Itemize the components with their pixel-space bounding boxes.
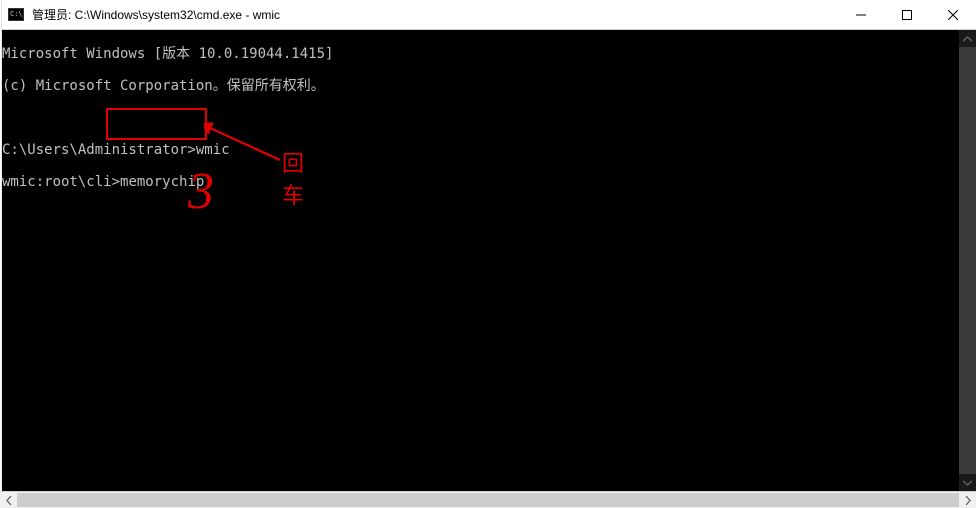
command-text: wmic	[196, 142, 230, 158]
command-text: memorychip	[120, 174, 204, 190]
close-button[interactable]	[930, 0, 976, 29]
prompt: wmic:root\cli>	[2, 174, 120, 190]
minimize-button[interactable]	[838, 0, 884, 29]
scroll-thumb[interactable]	[17, 493, 959, 507]
maximize-button[interactable]	[884, 0, 930, 29]
minimize-icon	[856, 10, 866, 20]
scroll-right-button[interactable]	[959, 492, 976, 508]
terminal-area[interactable]: Microsoft Windows [版本 10.0.19044.1415] (…	[2, 30, 976, 491]
close-icon	[948, 10, 958, 20]
app-icon	[2, 0, 30, 30]
cmd-window: 管理员: C:\Windows\system32\cmd.exe - wmic …	[2, 0, 976, 491]
chevron-up-icon	[963, 36, 972, 42]
terminal-line: (c) Microsoft Corporation。保留所有权利。	[2, 78, 325, 94]
terminal-vertical-scrollbar[interactable]	[959, 30, 976, 491]
scroll-left-button[interactable]	[0, 492, 17, 508]
scroll-thumb[interactable]	[959, 47, 976, 474]
chevron-right-icon	[965, 496, 971, 505]
terminal-content[interactable]: Microsoft Windows [版本 10.0.19044.1415] (…	[2, 30, 959, 491]
scroll-down-button[interactable]	[959, 474, 976, 491]
prompt: C:\Users\Administrator>	[2, 142, 196, 158]
window-title: 管理员: C:\Windows\system32\cmd.exe - wmic	[30, 6, 838, 23]
chevron-left-icon	[6, 496, 12, 505]
scroll-track[interactable]	[17, 492, 959, 508]
cmd-icon	[8, 8, 24, 21]
maximize-icon	[902, 10, 912, 20]
page-horizontal-scrollbar[interactable]	[0, 491, 976, 508]
titlebar[interactable]: 管理员: C:\Windows\system32\cmd.exe - wmic	[2, 0, 976, 30]
chevron-down-icon	[963, 480, 972, 486]
scroll-up-button[interactable]	[959, 30, 976, 47]
window-controls	[838, 0, 976, 29]
terminal-line: Microsoft Windows [版本 10.0.19044.1415]	[2, 46, 333, 62]
